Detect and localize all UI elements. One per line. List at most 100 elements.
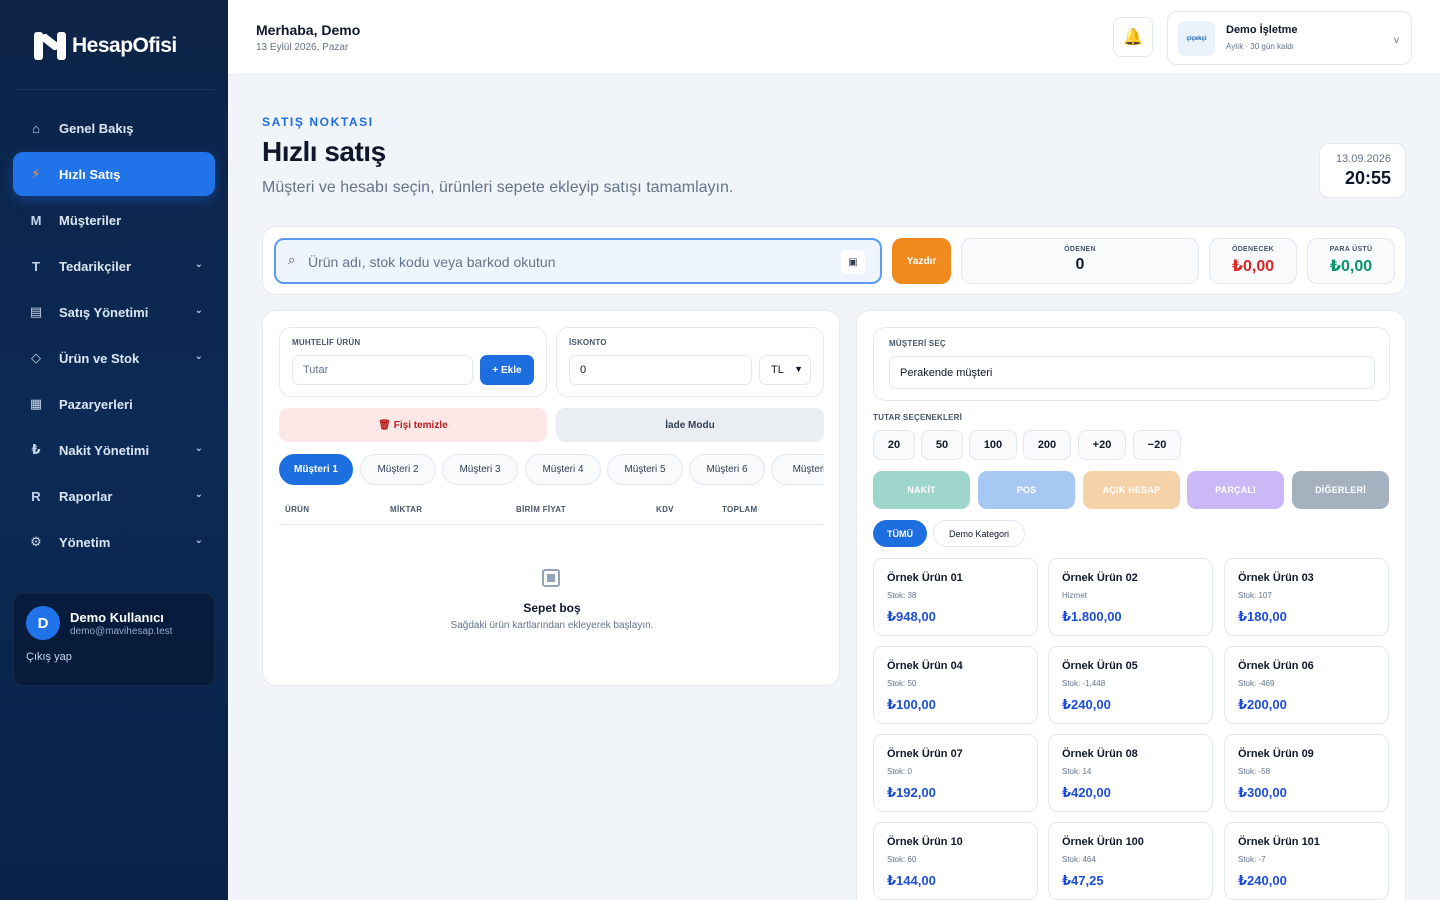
sidebar-item-label: Satış Yönetimi: [59, 304, 149, 320]
cart-icon: ▦: [29, 396, 43, 411]
customer-select-input[interactable]: Perakende müşteri: [889, 356, 1375, 389]
paid-label: ÖDENEN: [1064, 246, 1096, 253]
bell-icon: 🔔: [1123, 29, 1143, 46]
topbar: Merhaba, Demo 13 Eylül 2026, Pazar 🔔 çiç…: [228, 0, 1440, 75]
misc-amount-input[interactable]: Tutar: [292, 355, 473, 385]
sidebar-item-musteriler[interactable]: M Müşteriler: [13, 198, 215, 242]
product-card[interactable]: Örnek Ürün 10 Stok: 60 ₺144,00: [873, 822, 1038, 900]
barcode-scan-icon[interactable]: ▣: [841, 250, 865, 274]
pay-split-button[interactable]: PARÇALI: [1187, 471, 1284, 509]
product-card[interactable]: Örnek Ürün 08 Stok: 14 ₺420,00: [1048, 734, 1213, 812]
amount-button-20[interactable]: 20: [873, 430, 915, 460]
search-bar-card: ⌕ Ürün adı, stok kodu veya barkod okutun…: [262, 226, 1406, 295]
sidebar-item-urun-ve-stok[interactable]: ◇ Ürün ve Stok ⌄: [13, 336, 215, 380]
search-placeholder: Ürün adı, stok kodu veya barkod okutun: [308, 254, 556, 270]
page-kicker: SATIŞ NOKTASI: [262, 115, 374, 129]
product-card[interactable]: Örnek Ürün 09 Stok: -58 ₺300,00: [1224, 734, 1389, 812]
sidebar-item-yonetim[interactable]: ⚙ Yönetim ⌄: [13, 520, 215, 564]
sidebar-item-raporlar[interactable]: R Raporlar ⌄: [13, 474, 215, 518]
change-value: ₺0,00: [1329, 258, 1373, 275]
product-stock: Stok: -469: [1238, 679, 1275, 688]
product-name: Örnek Ürün 03: [1238, 572, 1314, 584]
chevron-down-icon: ⌄: [194, 535, 203, 546]
sidebar-item-pazaryerleri[interactable]: ▦ Pazaryerleri: [13, 382, 215, 426]
discount-input[interactable]: 0: [569, 355, 752, 385]
avatar[interactable]: D: [26, 606, 60, 640]
change-total: PARA ÜSTÜ ₺0,00: [1307, 238, 1395, 284]
tab-musteri-5[interactable]: Müşteri 5: [607, 454, 683, 485]
category-demo[interactable]: Demo Kategori: [933, 520, 1025, 547]
clock-date: 13.09.2026: [1335, 153, 1391, 165]
product-search-input[interactable]: ⌕ Ürün adı, stok kodu veya barkod okutun…: [274, 238, 882, 284]
empty-cart-title: Sepet boş: [523, 601, 581, 615]
due-value: ₺0,00: [1231, 258, 1275, 275]
product-card[interactable]: Örnek Ürün 02 Hizmet ₺1.800,00: [1048, 558, 1213, 636]
product-card[interactable]: Örnek Ürün 07 Stok: 0 ₺192,00: [873, 734, 1038, 812]
pay-other-button[interactable]: DİĞERLERİ: [1292, 471, 1389, 509]
sidebar-item-label: Pazaryerleri: [59, 396, 133, 412]
clear-receipt-button[interactable]: 🗑 Fişi temizle: [279, 408, 547, 442]
category-all[interactable]: TÜMÜ: [873, 520, 927, 547]
discount-unit-value: TL: [771, 364, 784, 376]
sidebar-item-tedarikciler[interactable]: T Tedarikçiler ⌄: [13, 244, 215, 288]
sidebar-item-label: Nakit Yönetimi: [59, 442, 150, 458]
cart-panel: MUHTELİF ÜRÜN Tutar + Ekle İSKONTO 0 TL …: [262, 310, 840, 686]
product-card[interactable]: Örnek Ürün 100 Stok: 464 ₺47,25: [1048, 822, 1213, 900]
tab-musteri-2[interactable]: Müşteri 2: [360, 454, 436, 485]
sidebar-item-hizli-satis[interactable]: ⚡ Hızlı Satış: [13, 152, 215, 196]
sidebar-item-genel-bakis[interactable]: ⌂ Genel Bakış: [13, 106, 215, 150]
tab-musteri-4[interactable]: Müşteri 4: [525, 454, 601, 485]
diamond-icon: ◇: [31, 350, 41, 365]
amount-button-minus-20[interactable]: −20: [1133, 430, 1181, 460]
paid-total: ÖDENEN 0: [961, 238, 1199, 284]
tab-musteri-3[interactable]: Müşteri 3: [442, 454, 518, 485]
sidebar-item-nakit-yonetimi[interactable]: ₺ Nakit Yönetimi ⌄: [13, 428, 215, 472]
tab-musteri-6[interactable]: Müşteri 6: [689, 454, 765, 485]
product-price: ₺1.800,00: [1062, 609, 1122, 624]
product-price: ₺240,00: [1238, 873, 1287, 888]
due-label: ÖDENECEK: [1231, 246, 1275, 253]
product-price: ₺100,00: [887, 697, 936, 712]
product-card[interactable]: Örnek Ürün 05 Stok: -1,448 ₺240,00: [1048, 646, 1213, 724]
business-switcher[interactable]: çiçekçi Demo İşletme Aylık · 30 gün kald…: [1167, 11, 1412, 65]
product-name: Örnek Ürün 100: [1062, 836, 1144, 848]
add-misc-button[interactable]: + Ekle: [480, 355, 534, 385]
product-card[interactable]: Örnek Ürün 06 Stok: -469 ₺200,00: [1224, 646, 1389, 724]
return-mode-button[interactable]: İade Modu: [556, 408, 824, 442]
brand-logo[interactable]: HesapOfisi: [32, 30, 177, 62]
page-title: Hızlı satış: [262, 136, 386, 167]
pay-cash-button[interactable]: NAKİT: [873, 471, 970, 509]
product-price: ₺180,00: [1238, 609, 1287, 624]
product-name: Örnek Ürün 01: [887, 572, 963, 584]
product-stock: Stok: 60: [887, 855, 917, 864]
user-email: demo@mavihesap.test: [70, 626, 173, 637]
product-card[interactable]: Örnek Ürün 101 Stok: -7 ₺240,00: [1224, 822, 1389, 900]
notifications-button[interactable]: 🔔: [1113, 17, 1153, 57]
product-card[interactable]: Örnek Ürün 04 Stok: 50 ₺100,00: [873, 646, 1038, 724]
tab-musteri-1[interactable]: Müşteri 1: [279, 454, 353, 485]
sidebar-item-label: Ürün ve Stok: [59, 350, 140, 366]
clock-widget: 13.09.2026 20:55: [1319, 143, 1406, 198]
business-plan: Aylık · 30 gün kaldı: [1226, 42, 1294, 51]
amount-options-label: TUTAR SEÇENEKLERİ: [873, 413, 963, 422]
letter-m-icon: M: [30, 212, 42, 228]
chevron-down-icon: ⌄: [194, 305, 203, 316]
pay-open-account-button[interactable]: AÇIK HESAP: [1083, 471, 1180, 509]
discount-unit-select[interactable]: TL ▼: [759, 355, 811, 385]
product-price: ₺300,00: [1238, 785, 1287, 800]
pay-pos-button[interactable]: POS: [978, 471, 1075, 509]
print-button[interactable]: Yazdır: [892, 238, 951, 284]
due-total: ÖDENECEK ₺0,00: [1209, 238, 1297, 284]
amount-button-100[interactable]: 100: [969, 430, 1017, 460]
sidebar-item-label: Genel Bakış: [59, 120, 134, 136]
amount-button-200[interactable]: 200: [1023, 430, 1071, 460]
sidebar-item-satis-yonetimi[interactable]: ▤ Satış Yönetimi ⌄: [13, 290, 215, 334]
product-card[interactable]: Örnek Ürün 03 Stok: 107 ₺180,00: [1224, 558, 1389, 636]
product-card[interactable]: Örnek Ürün 01 Stok: 38 ₺948,00: [873, 558, 1038, 636]
product-name: Örnek Ürün 02: [1062, 572, 1138, 584]
logout-link[interactable]: Çıkış yap: [26, 651, 72, 663]
amount-button-50[interactable]: 50: [921, 430, 963, 460]
amount-button-plus-20[interactable]: +20: [1078, 430, 1126, 460]
receipt-icon: ▤: [29, 304, 43, 319]
tab-musteri-7[interactable]: Müşteri: [771, 454, 824, 485]
